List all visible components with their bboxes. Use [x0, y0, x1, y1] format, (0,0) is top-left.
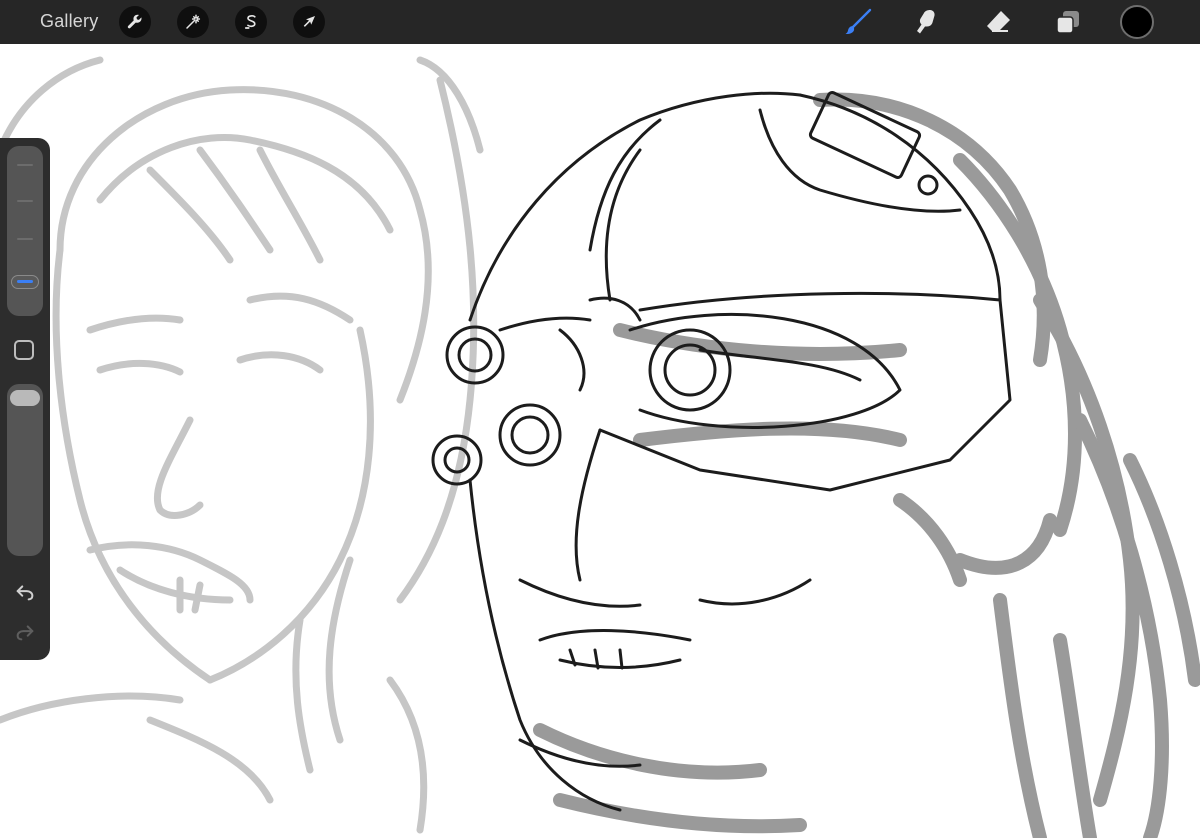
- brush-tool-button[interactable]: [842, 6, 874, 38]
- color-picker-button[interactable]: [1120, 5, 1154, 39]
- brush-sidebar: [0, 138, 50, 660]
- brush-opacity-slider[interactable]: [7, 384, 43, 556]
- brush-opacity-handle[interactable]: [10, 390, 40, 406]
- brush-icon: [845, 8, 872, 35]
- brush-size-handle[interactable]: [11, 274, 39, 289]
- slider-tick: [17, 164, 33, 166]
- selection-s-icon: [244, 15, 256, 29]
- drawing-canvas[interactable]: [0, 44, 1200, 838]
- slider-tick: [17, 238, 33, 240]
- modify-square-icon[interactable]: [14, 340, 34, 360]
- wrench-icon: [127, 14, 142, 29]
- gallery-button[interactable]: Gallery: [40, 11, 98, 32]
- eraser-icon: [987, 11, 1010, 32]
- selection-button[interactable]: [235, 6, 267, 38]
- magic-wand-icon: [186, 14, 201, 29]
- adjustments-button[interactable]: [177, 6, 209, 38]
- undo-button[interactable]: [13, 580, 37, 604]
- arrow-cursor-icon: [303, 16, 315, 27]
- undo-icon: [16, 585, 34, 601]
- top-toolbar: Gallery: [0, 0, 1200, 44]
- redo-button[interactable]: [13, 620, 37, 644]
- sketch-artwork: [0, 56, 1200, 838]
- transform-button[interactable]: [293, 6, 325, 38]
- layers-icon: [1056, 11, 1079, 34]
- eraser-tool-button[interactable]: [982, 6, 1014, 38]
- redo-icon: [16, 625, 34, 641]
- smudge-tool-button[interactable]: [909, 6, 941, 38]
- layers-button[interactable]: [1052, 6, 1084, 38]
- actions-button[interactable]: [119, 6, 151, 38]
- smudge-finger-icon: [917, 10, 935, 34]
- slider-tick: [17, 200, 33, 202]
- brush-size-slider[interactable]: [7, 146, 43, 316]
